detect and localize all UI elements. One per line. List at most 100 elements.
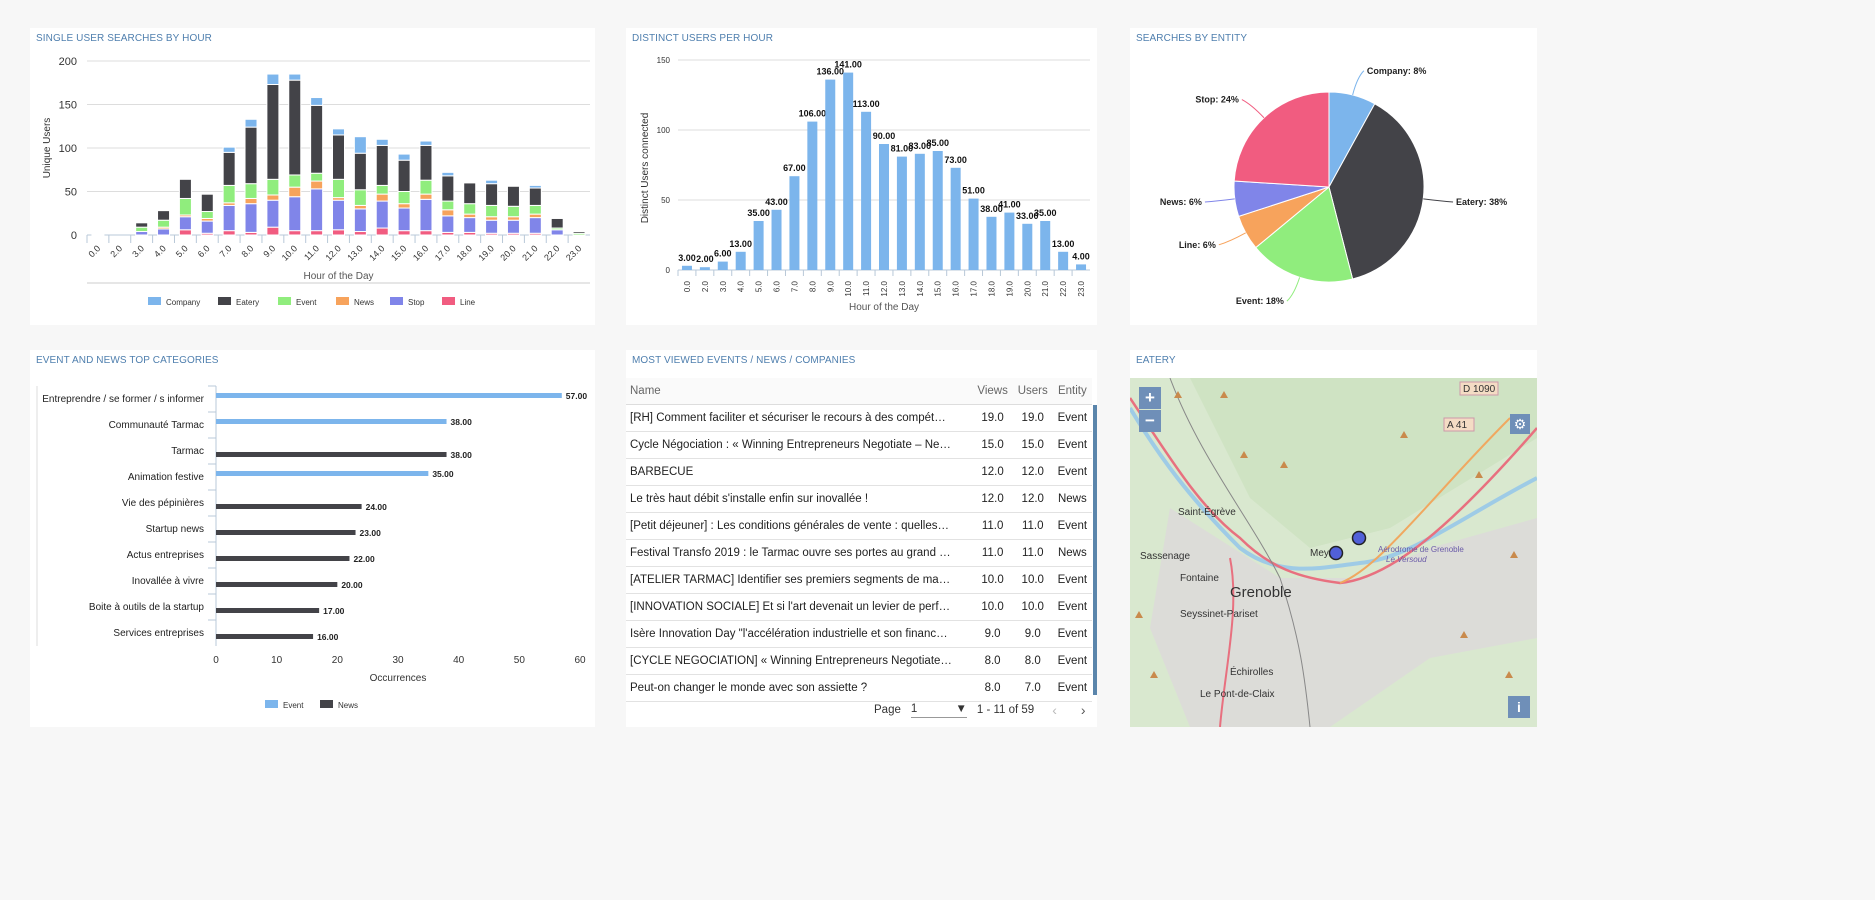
cell-views: 12.0 (972, 485, 1013, 513)
map-label: Sassenage (1140, 551, 1190, 562)
bar-segment-event (244, 183, 258, 199)
data-label: 23.00 (360, 528, 382, 538)
cell-text: Event (1057, 574, 1088, 586)
map-label: Fontaine (1180, 573, 1219, 584)
data-label: 24.00 (366, 502, 388, 512)
bar-segment-eatery (200, 193, 214, 213)
page-select[interactable]: 1 ▼ (910, 703, 967, 718)
map-label: Le Pont-de-Claix (1200, 689, 1274, 700)
bar-segment-eatery (397, 159, 411, 192)
map-label: A 41 (1447, 420, 1467, 431)
y-tick-label: 50 (65, 187, 77, 199)
cell-text: Isère Innovation Day "l'accélération ind… (630, 628, 952, 640)
cell-text: Event (1057, 655, 1088, 667)
cell-users: 7.0 (1012, 674, 1053, 702)
pie-connector (1218, 232, 1246, 246)
table-row[interactable]: [ATELIER TARMAC] Identifier ses premiers… (626, 566, 1092, 594)
zoom-in-button[interactable]: + (1139, 387, 1161, 409)
x-tick-label: 22.0 (1059, 280, 1068, 296)
info-button[interactable]: i (1508, 696, 1530, 718)
prev-page-button[interactable]: ‹ (1052, 702, 1057, 718)
bar-segment-news (528, 213, 542, 219)
cell-users: 15.0 (1012, 431, 1053, 459)
bar-segment-company (222, 146, 236, 153)
cell-text: Event (1057, 412, 1088, 424)
pie-chart: Company: 8% Eatery: 38% Event: 18% Line: 6%… (1160, 66, 1507, 306)
bar-segment-eatery (135, 222, 149, 228)
cell-text: [RH] Comment faciliter et sécuriser le r… (630, 412, 952, 424)
bar-segment-stop (244, 203, 258, 233)
data-label: 35.00 (1034, 208, 1057, 218)
cell-views: 11.0 (972, 539, 1013, 567)
column-header-views[interactable]: Views (972, 378, 1013, 405)
y-tick-label: Tarmac (171, 446, 204, 457)
bar-segment-line (375, 227, 389, 236)
bar-segment-company (419, 140, 433, 146)
gear-icon[interactable]: ⚙ (1510, 414, 1530, 434)
panel-title: DISTINCT USERS PER HOUR (632, 33, 774, 44)
bar-segment-eatery (485, 183, 499, 206)
bar (914, 153, 925, 270)
column-header-entity[interactable]: Entity (1052, 378, 1092, 405)
panel-title: SEARCHES BY ENTITY (1136, 33, 1248, 44)
column-header-name[interactable]: Name (626, 378, 973, 405)
bar-segment-stop (266, 199, 280, 228)
pie-label: Event: 18% (1236, 296, 1284, 306)
bar-segment-news (353, 204, 367, 210)
bar-news (216, 556, 350, 561)
most-viewed-table: Name Views Users Entity [RH] Comment fac… (626, 378, 1092, 702)
table-row[interactable]: BARBECUE 12.0 12.0 Event (626, 458, 1092, 486)
cell-entity: Event (1052, 458, 1092, 486)
bar-segment-company (91, 233, 105, 236)
pie-label: Company: 8% (1367, 66, 1427, 76)
column-header-users[interactable]: Users (1012, 378, 1053, 405)
x-tick-label: 20.0 (498, 243, 517, 262)
cell-users: 12.0 (1012, 485, 1053, 513)
y-tick-label: Animation festive (128, 472, 205, 483)
bar-segment-event (419, 179, 433, 195)
bar-segment-stop (178, 216, 192, 231)
table-row[interactable]: [RH] Comment faciliter et sécuriser le r… (626, 404, 1092, 432)
x-tick-label: 13.0 (345, 243, 364, 262)
x-tick-label: 18.0 (987, 280, 996, 296)
bar-segment-event (485, 204, 499, 218)
scrollbar[interactable] (1093, 405, 1097, 695)
cell-views: 8.0 (972, 674, 1013, 702)
x-tick-label: 4.0 (152, 243, 168, 259)
bar-segment-line (419, 230, 433, 236)
bar (861, 111, 872, 270)
table-row[interactable]: Cycle Négociation : « Winning Entreprene… (626, 431, 1092, 459)
table-row[interactable]: Le très haut débit s'installe enfin sur … (626, 485, 1092, 513)
table-row[interactable]: [CYCLE NEGOCIATION] « Winning Entreprene… (626, 647, 1092, 675)
cell-views: 9.0 (972, 620, 1013, 648)
table-row[interactable]: [Petit déjeuner] : Les conditions généra… (626, 512, 1092, 540)
bar-segment-stop (135, 231, 149, 236)
table-row[interactable]: [INNOVATION SOCIALE] Et si l'art devenai… (626, 593, 1092, 621)
x-tick-label: 19.0 (1005, 280, 1014, 296)
bar-segment-stop (397, 207, 411, 232)
y-tick-label: 150 (657, 56, 671, 65)
bar-segment-eatery (222, 151, 236, 186)
map[interactable]: D 1090 A 41 Saint-Égrève Sassenage Fonta… (1130, 378, 1537, 727)
table-row[interactable]: Peut-on changer le monde avec son assiet… (626, 674, 1092, 702)
table-row[interactable]: Festival Transfo 2019 : le Tarmac ouvre … (626, 539, 1092, 567)
table-row[interactable]: Isère Innovation Day "l'accélération ind… (626, 620, 1092, 648)
cell-name: [ATELIER TARMAC] Identifier ses premiers… (626, 566, 973, 594)
map-marker[interactable] (1351, 530, 1367, 546)
zoom-out-button[interactable]: − (1139, 410, 1161, 432)
bar-segment-company (353, 136, 367, 154)
bar-segment-event (332, 178, 345, 199)
page-label: Page (874, 704, 901, 716)
bar (896, 156, 907, 270)
bar-segment-stop (550, 229, 564, 236)
next-page-button[interactable]: › (1081, 702, 1086, 718)
bar-segment-news (419, 193, 433, 200)
bar-segment-stop (288, 196, 302, 232)
bar (771, 209, 782, 270)
x-tick-label: 0.0 (86, 243, 102, 259)
map-marker[interactable] (1328, 545, 1344, 561)
bar-segment-eatery (550, 217, 564, 229)
bar-segment-event (157, 219, 171, 228)
bar-segment-eatery (178, 178, 192, 199)
bar-news (216, 530, 356, 535)
